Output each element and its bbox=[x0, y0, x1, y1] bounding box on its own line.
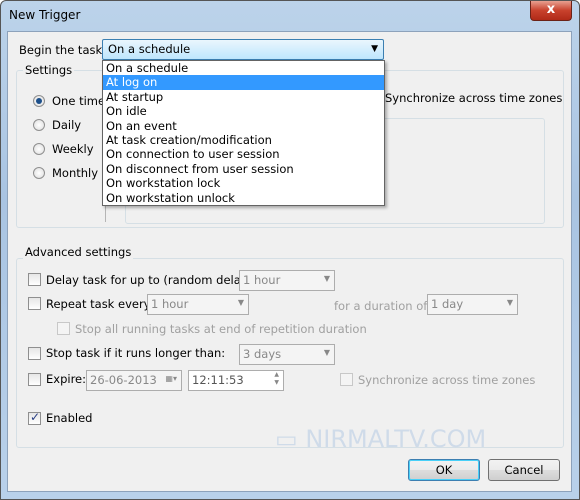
ok-button[interactable]: OK bbox=[408, 459, 480, 481]
delay-checkbox[interactable] bbox=[28, 273, 41, 286]
expire-checkbox[interactable] bbox=[28, 373, 41, 386]
dropdown-option[interactable]: At log on bbox=[103, 75, 384, 90]
dropdown-option[interactable]: On an event bbox=[103, 119, 384, 133]
stop-task-label: Stop task if it runs longer than: bbox=[46, 346, 226, 360]
delay-value: 1 hour bbox=[243, 273, 281, 287]
begin-task-select[interactable]: On a schedule ▼ bbox=[102, 39, 384, 60]
begin-task-dropdown-list: On a schedule At log on At startup On id… bbox=[102, 60, 385, 206]
repeat-label: Repeat task every: bbox=[46, 297, 154, 311]
dropdown-option[interactable]: On disconnect from user session bbox=[103, 162, 384, 176]
expire-sync-label: Synchronize across time zones bbox=[358, 373, 536, 387]
watermark-text: NIRMALTV.COM bbox=[305, 425, 487, 453]
begin-task-value: On a schedule bbox=[108, 42, 191, 56]
enabled-label: Enabled bbox=[46, 411, 93, 425]
radio-monthly[interactable] bbox=[33, 167, 45, 179]
dropdown-option[interactable]: On workstation lock bbox=[103, 176, 384, 190]
repeat-combo[interactable]: 1 hour ▼ bbox=[147, 294, 249, 315]
expire-date-picker[interactable]: 26-06-2013 ▦▾ bbox=[86, 370, 182, 391]
stop-all-checkbox[interactable] bbox=[57, 322, 70, 335]
dropdown-option[interactable]: On connection to user session bbox=[103, 147, 384, 161]
dropdown-option[interactable]: At task creation/modification bbox=[103, 133, 384, 147]
radio-weekly[interactable] bbox=[33, 143, 45, 155]
expire-label: Expire: bbox=[46, 372, 86, 386]
stop-task-combo[interactable]: 3 days ▼ bbox=[239, 344, 335, 365]
expire-time: 12:11:53 bbox=[192, 373, 244, 387]
radio-label: One time bbox=[52, 94, 106, 108]
radio-daily[interactable] bbox=[33, 119, 45, 131]
enabled-checkbox[interactable] bbox=[28, 410, 41, 425]
radio-label: Daily bbox=[52, 118, 82, 132]
expire-sync-checkbox[interactable] bbox=[340, 373, 353, 386]
radio-label: Weekly bbox=[52, 142, 94, 156]
advanced-settings-label: Advanced settings bbox=[23, 245, 134, 259]
stop-task-checkbox[interactable] bbox=[28, 347, 41, 360]
window-title: New Trigger bbox=[9, 8, 81, 22]
sync-label[interactable]: Synchronize across time zones bbox=[385, 91, 562, 105]
duration-combo[interactable]: 1 day ▼ bbox=[427, 294, 518, 315]
calendar-icon: ▦▾ bbox=[165, 374, 177, 383]
dropdown-option[interactable]: On a schedule bbox=[103, 61, 384, 75]
dropdown-option[interactable]: At startup bbox=[103, 90, 384, 104]
cancel-button[interactable]: Cancel bbox=[488, 459, 560, 481]
dropdown-option[interactable]: On workstation unlock bbox=[103, 191, 384, 205]
close-button[interactable]: x bbox=[530, 1, 572, 21]
repeat-checkbox[interactable] bbox=[28, 297, 41, 310]
expire-time-spinner[interactable]: 12:11:53 ▲ ▼ bbox=[188, 370, 284, 391]
expire-date: 26-06-2013 bbox=[90, 373, 157, 387]
repeat-value: 1 hour bbox=[151, 297, 189, 311]
duration-label: for a duration of: bbox=[334, 299, 431, 313]
chevron-down-icon: ▼ bbox=[237, 298, 244, 307]
dropdown-option[interactable]: On idle bbox=[103, 104, 384, 118]
stop-task-value: 3 days bbox=[243, 347, 282, 361]
spinner-icon[interactable]: ▲ ▼ bbox=[274, 371, 279, 387]
radio-one-time[interactable] bbox=[33, 95, 45, 107]
chevron-down-icon: ▼ bbox=[323, 348, 330, 357]
settings-label: Settings bbox=[23, 63, 75, 77]
delay-label: Delay task for up to (random delay): bbox=[46, 273, 256, 287]
chevron-down-icon: ▼ bbox=[371, 44, 378, 54]
delay-combo[interactable]: 1 hour ▼ bbox=[239, 270, 335, 291]
chevron-down-icon: ▼ bbox=[506, 298, 513, 307]
chevron-down-icon: ▼ bbox=[323, 274, 330, 283]
watermark: ▭ NIRMALTV.COM bbox=[275, 425, 487, 453]
begin-task-label: Begin the task: bbox=[19, 43, 107, 57]
stop-all-label: Stop all running tasks at end of repetit… bbox=[75, 322, 367, 336]
duration-value: 1 day bbox=[431, 297, 464, 311]
radio-label: Monthly bbox=[52, 166, 99, 180]
